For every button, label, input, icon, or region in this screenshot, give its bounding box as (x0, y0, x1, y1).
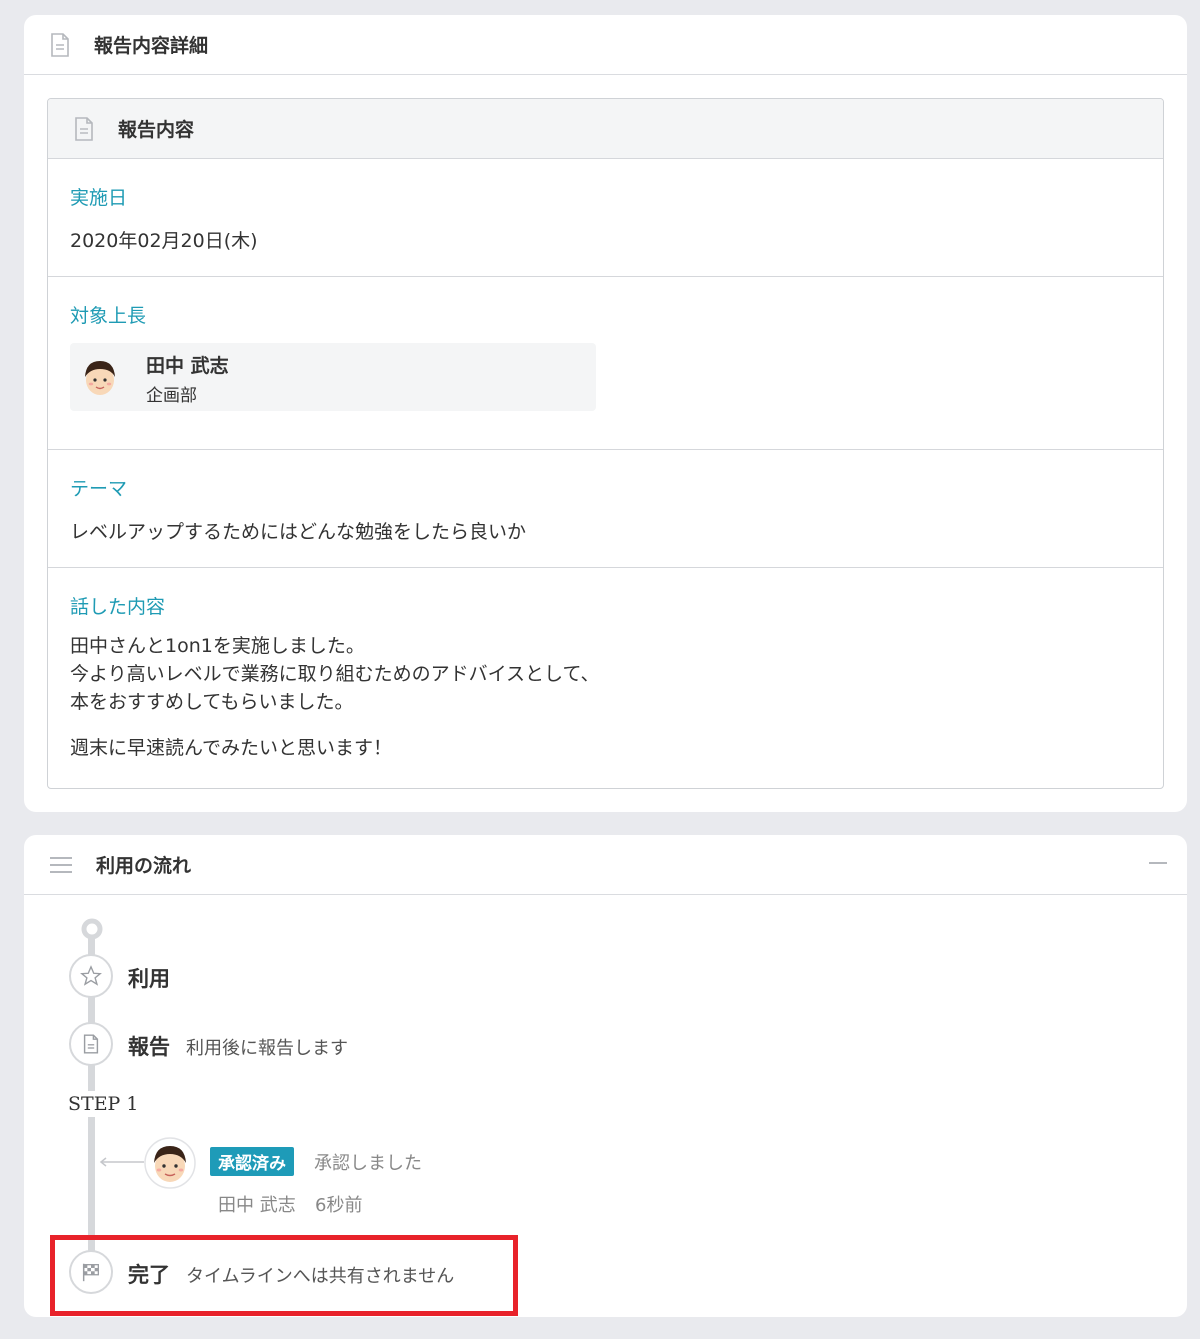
talk-content: 田中さんと1on1を実施しました。 今より高いレベルで業務に取り組むためのアドバ… (70, 632, 600, 762)
theme-value: レベルアップするためにはどんな勉強をしたら良いか (70, 521, 527, 543)
star-icon (80, 965, 102, 986)
talk-label: 話した内容 (70, 596, 166, 618)
date-value: 2020年02月20日(木) (70, 230, 258, 252)
report-detail-card: 報告内容詳細 報告内容 実施日 2020年02月20日(木) 対象上長 田中 武… (24, 15, 1187, 812)
report-content-box: 報告内容 実施日 2020年02月20日(木) 対象上長 田中 武志 企画部 テ… (47, 98, 1164, 789)
step-report-circle (69, 1022, 113, 1066)
approved-badge: 承認済み (210, 1147, 294, 1176)
talk-section: 話した内容 田中さんと1on1を実施しました。 今より高いレベルで業務に取り組む… (48, 568, 1163, 788)
document-icon (75, 116, 93, 141)
avatar (85, 361, 115, 395)
boss-department: 企画部 (146, 386, 197, 406)
talk-line: 田中さんと1on1を実施しました。 (70, 635, 365, 657)
boss-name: 田中 武志 (146, 355, 229, 377)
step1-label: STEP 1 (68, 1091, 139, 1117)
talk-line: 週末に早速読んでみたいと思います！ (70, 737, 393, 759)
boss-card[interactable]: 田中 武志 企画部 (70, 343, 596, 411)
approver-name[interactable]: 田中 武志 (218, 1191, 296, 1217)
document-icon (83, 1034, 99, 1054)
report-content-title: 報告内容 (118, 119, 195, 141)
date-section: 実施日 2020年02月20日(木) (48, 159, 1163, 277)
step-report-desc: 利用後に報告します (186, 1038, 348, 1059)
boss-label: 対象上長 (70, 305, 147, 327)
step-use-label: 利用 (128, 967, 170, 991)
talk-line: 本をおすすめしてもらいました。 (70, 691, 354, 713)
step-use-circle (69, 954, 113, 998)
usage-flow-header: 利用の流れ (24, 835, 1187, 895)
document-icon (51, 32, 69, 57)
report-detail-header: 報告内容詳細 (24, 15, 1187, 75)
collapse-button[interactable] (1149, 862, 1167, 864)
approval-status: 承認しました (314, 1153, 422, 1174)
talk-line: 今より高いレベルで業務に取り組むためのアドバイスとして、 (70, 663, 600, 685)
step-report-label: 報告 (128, 1035, 170, 1059)
report-content-header: 報告内容 (48, 99, 1163, 159)
menu-icon (50, 856, 72, 873)
highlight-box (50, 1235, 518, 1316)
card-title: 利用の流れ (96, 855, 192, 877)
theme-section: テーマ レベルアップするためにはどんな勉強をしたら良いか (48, 450, 1163, 568)
approver-avatar (144, 1137, 196, 1189)
approval-time: 6秒前 (315, 1195, 363, 1216)
card-title: 報告内容詳細 (94, 35, 209, 57)
boss-section: 対象上長 田中 武志 企画部 (48, 277, 1163, 450)
date-label: 実施日 (70, 187, 128, 209)
arrow-left-icon (99, 1157, 144, 1167)
theme-label: テーマ (70, 478, 128, 500)
timeline-start-dot (81, 918, 103, 940)
usage-flow-card: 利用の流れ 利用 報告 利用後に報告します STEP 1 承認済み 承認しました… (24, 835, 1187, 1317)
